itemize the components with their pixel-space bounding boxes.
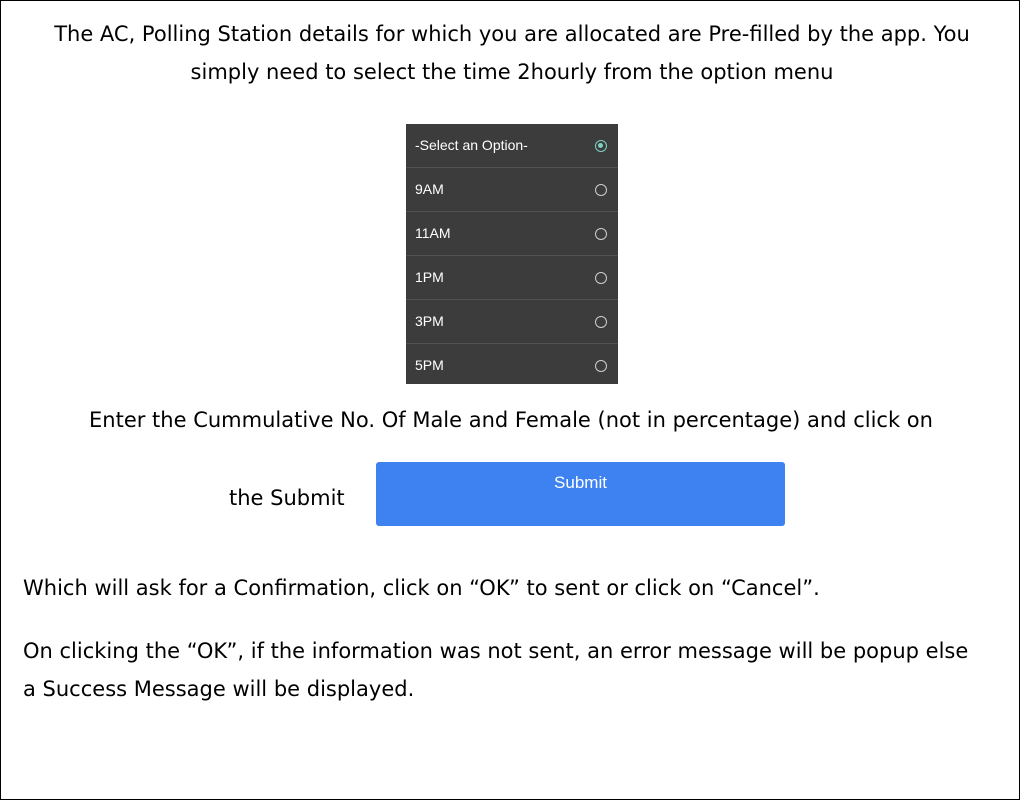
radio-unchecked-icon[interactable] [595,184,607,196]
option-item-select[interactable]: -Select an Option- [406,124,618,168]
radio-unchecked-icon[interactable] [595,316,607,328]
option-item-1pm[interactable]: 1PM [406,256,618,300]
option-item-3pm[interactable]: 3PM [406,300,618,344]
submit-button[interactable]: Submit [376,462,785,526]
option-item-5pm[interactable]: 5PM [406,344,618,384]
option-label: 3PM [415,313,444,329]
time-option-menu[interactable]: -Select an Option- 9AM 11AM 1PM 3PM 5PM [406,124,618,384]
radio-unchecked-icon[interactable] [595,272,607,284]
option-item-11am[interactable]: 11AM [406,212,618,256]
option-label: 1PM [415,269,444,285]
result-paragraph: On clicking the “OK”, if the information… [23,639,969,701]
radio-unchecked-icon[interactable] [595,228,607,240]
option-label: -Select an Option- [415,137,528,153]
option-item-9am[interactable]: 9AM [406,168,618,212]
submit-instruction: the Submit [229,486,345,510]
radio-checked-icon[interactable] [595,140,607,152]
document-page: The AC, Polling Station details for whic… [0,0,1020,800]
option-label: 9AM [415,181,444,197]
confirm-paragraph: Which will ask for a Confirmation, click… [23,576,820,600]
radio-unchecked-icon[interactable] [595,360,607,372]
enter-instruction: Enter the Cummulative No. Of Male and Fe… [89,408,933,432]
option-label: 5PM [415,357,444,373]
option-label: 11AM [415,225,451,241]
intro-paragraph: The AC, Polling Station details for whic… [54,22,970,84]
